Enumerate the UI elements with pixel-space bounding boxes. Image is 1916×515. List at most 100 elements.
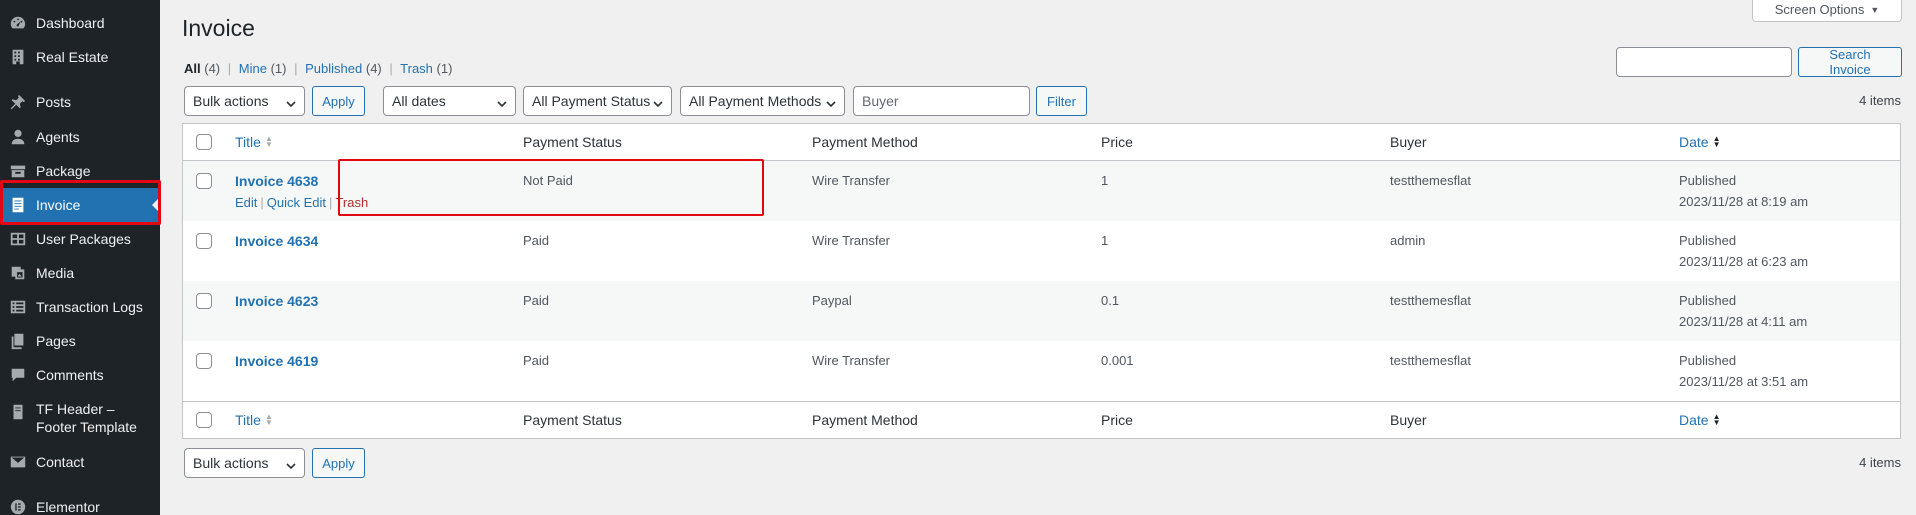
sidebar-item-label: Contact: [36, 454, 85, 470]
screen-options-button[interactable]: Screen Options ▼: [1752, 0, 1902, 22]
chevron-down-icon: [497, 96, 507, 112]
price: 1: [1101, 173, 1109, 188]
filter-trash[interactable]: Trash: [400, 61, 433, 76]
date-value: 2023/11/28 at 8:19 am: [1679, 194, 1809, 209]
apply-button-bottom[interactable]: Apply: [312, 448, 365, 478]
filter-mine[interactable]: Mine: [239, 61, 267, 76]
filter-all[interactable]: All: [184, 61, 201, 76]
select-all-checkbox-footer[interactable]: [196, 412, 212, 428]
page-title: Invoice: [182, 15, 255, 41]
items-count-bottom: 4 items: [1859, 455, 1901, 470]
date-value: 2023/11/28 at 6:23 am: [1679, 254, 1809, 269]
table-row: Invoice 4619 Paid Wire Transfer 0.001 te…: [183, 341, 1900, 401]
column-date-label: Date: [1679, 134, 1709, 150]
date-cell: Published 2023/11/28 at 8:19 am: [1669, 161, 1899, 221]
sidebar-item-tf-header-footer[interactable]: TF Header – Footer Template: [0, 400, 160, 448]
buyer-input[interactable]: [853, 86, 1030, 116]
invoice-title-link[interactable]: Invoice 4623: [235, 293, 318, 309]
sidebar-item-invoice[interactable]: Invoice: [0, 188, 160, 222]
grid-icon: [0, 230, 36, 248]
column-title-sort-footer[interactable]: Title ▲ ▼: [235, 412, 273, 428]
filter-mine-count: (1): [270, 61, 287, 76]
items-count: 4 items: [1859, 93, 1901, 108]
sidebar-item-media[interactable]: Media: [0, 256, 160, 290]
column-title-label: Title: [235, 134, 261, 150]
invoice-title-link[interactable]: Invoice 4634: [235, 233, 318, 249]
payment-status: Paid: [523, 293, 550, 308]
building-icon: [0, 48, 36, 66]
sidebar-item-dashboard[interactable]: Dashboard: [0, 6, 160, 40]
date-cell: Published 2023/11/28 at 6:23 am: [1669, 221, 1899, 281]
row-checkbox[interactable]: [196, 293, 212, 309]
row-checkbox[interactable]: [196, 353, 212, 369]
sidebar-item-transaction-logs[interactable]: Transaction Logs: [0, 290, 160, 324]
sidebar-item-package[interactable]: Package: [0, 154, 160, 188]
bulk-actions-value: Bulk actions: [193, 93, 269, 109]
sidebar-item-user-packages[interactable]: User Packages: [0, 222, 160, 256]
dates-select[interactable]: All dates: [383, 86, 516, 116]
filter-published-count: (4): [365, 61, 382, 76]
sidebar-item-label: Real Estate: [36, 49, 109, 65]
invoice-title-link[interactable]: Invoice 4638: [235, 173, 318, 189]
sidebar-item-label: Transaction Logs: [36, 299, 143, 315]
sort-desc-icon: ▲ ▼: [1712, 134, 1721, 149]
sidebar-item-elementor[interactable]: Elementor: [0, 490, 160, 515]
sidebar-item-comments[interactable]: Comments: [0, 358, 160, 392]
row-actions: Edit | Quick Edit | Trash: [235, 195, 503, 210]
bulk-actions-select[interactable]: Bulk actions: [184, 86, 305, 116]
sidebar-item-label: Package: [36, 163, 91, 179]
sidebar-item-label: Dashboard: [36, 15, 105, 31]
sidebar-item-agents[interactable]: Agents: [0, 120, 160, 154]
sort-icon: ▲ ▼: [264, 412, 273, 427]
bulk-actions-select-bottom[interactable]: Bulk actions: [184, 448, 305, 478]
payment-status: Paid: [523, 353, 550, 368]
chevron-down-icon: [653, 96, 663, 112]
chevron-down-icon: [286, 96, 296, 112]
buyer: testthemesflat: [1390, 173, 1471, 188]
sidebar-item-pages[interactable]: Pages: [0, 324, 160, 358]
column-title-sort[interactable]: Title ▲ ▼: [235, 134, 273, 150]
sidebar-item-real-estate[interactable]: Real Estate: [0, 40, 160, 74]
search-input[interactable]: [1616, 47, 1792, 77]
separator: |: [227, 61, 232, 76]
filter-button[interactable]: Filter: [1036, 86, 1087, 116]
select-all-checkbox[interactable]: [196, 134, 212, 150]
filter-trash-count: (1): [436, 61, 453, 76]
pages-icon: [0, 332, 36, 350]
payment-methods-select[interactable]: All Payment Methods: [680, 86, 845, 116]
column-title-label: Title: [235, 412, 261, 428]
table-row: Invoice 4634 Paid Wire Transfer 1 admin …: [183, 221, 1900, 281]
payment-method: Paypal: [812, 293, 852, 308]
elementor-icon: [0, 498, 36, 515]
search-box: Search Invoice: [1616, 47, 1902, 77]
edit-link[interactable]: Edit: [235, 195, 257, 210]
sidebar-item-label: Elementor: [36, 499, 100, 515]
invoice-title-link[interactable]: Invoice 4619: [235, 353, 318, 369]
sidebar-item-posts[interactable]: Posts: [0, 85, 160, 119]
sidebar-item-label: Comments: [36, 367, 104, 383]
filter-published[interactable]: Published: [305, 61, 362, 76]
sidebar-item-label: Agents: [36, 129, 80, 145]
search-invoice-button[interactable]: Search Invoice: [1798, 47, 1902, 77]
date-status: Published: [1679, 173, 1737, 188]
table-header-row: Title ▲ ▼ Payment Status Payment Method Pr…: [183, 124, 1900, 161]
payment-status-select[interactable]: All Payment Status: [523, 86, 672, 116]
column-date-label: Date: [1679, 412, 1709, 428]
document-icon: [0, 196, 36, 214]
sidebar-item-label: TF Header –: [36, 401, 115, 417]
quick-edit-link[interactable]: Quick Edit: [267, 195, 326, 210]
sidebar-item-label: Media: [36, 265, 75, 281]
date-value: 2023/11/28 at 4:11 am: [1679, 314, 1808, 329]
sidebar-item-contact[interactable]: Contact: [0, 445, 160, 479]
column-payment-status: Payment Status: [523, 134, 622, 150]
column-date-sort[interactable]: Date ▲ ▼: [1679, 134, 1721, 150]
apply-button[interactable]: Apply: [312, 86, 365, 116]
payment-methods-value: All Payment Methods: [689, 93, 822, 109]
row-checkbox[interactable]: [196, 233, 212, 249]
column-date-sort-footer[interactable]: Date ▲ ▼: [1679, 412, 1721, 428]
payment-status: Not Paid: [523, 173, 573, 188]
trash-link[interactable]: Trash: [335, 195, 368, 210]
sidebar-item-label-line2: Footer Template: [36, 419, 137, 435]
row-checkbox[interactable]: [196, 173, 212, 189]
sidebar-item-label: Posts: [36, 94, 72, 110]
